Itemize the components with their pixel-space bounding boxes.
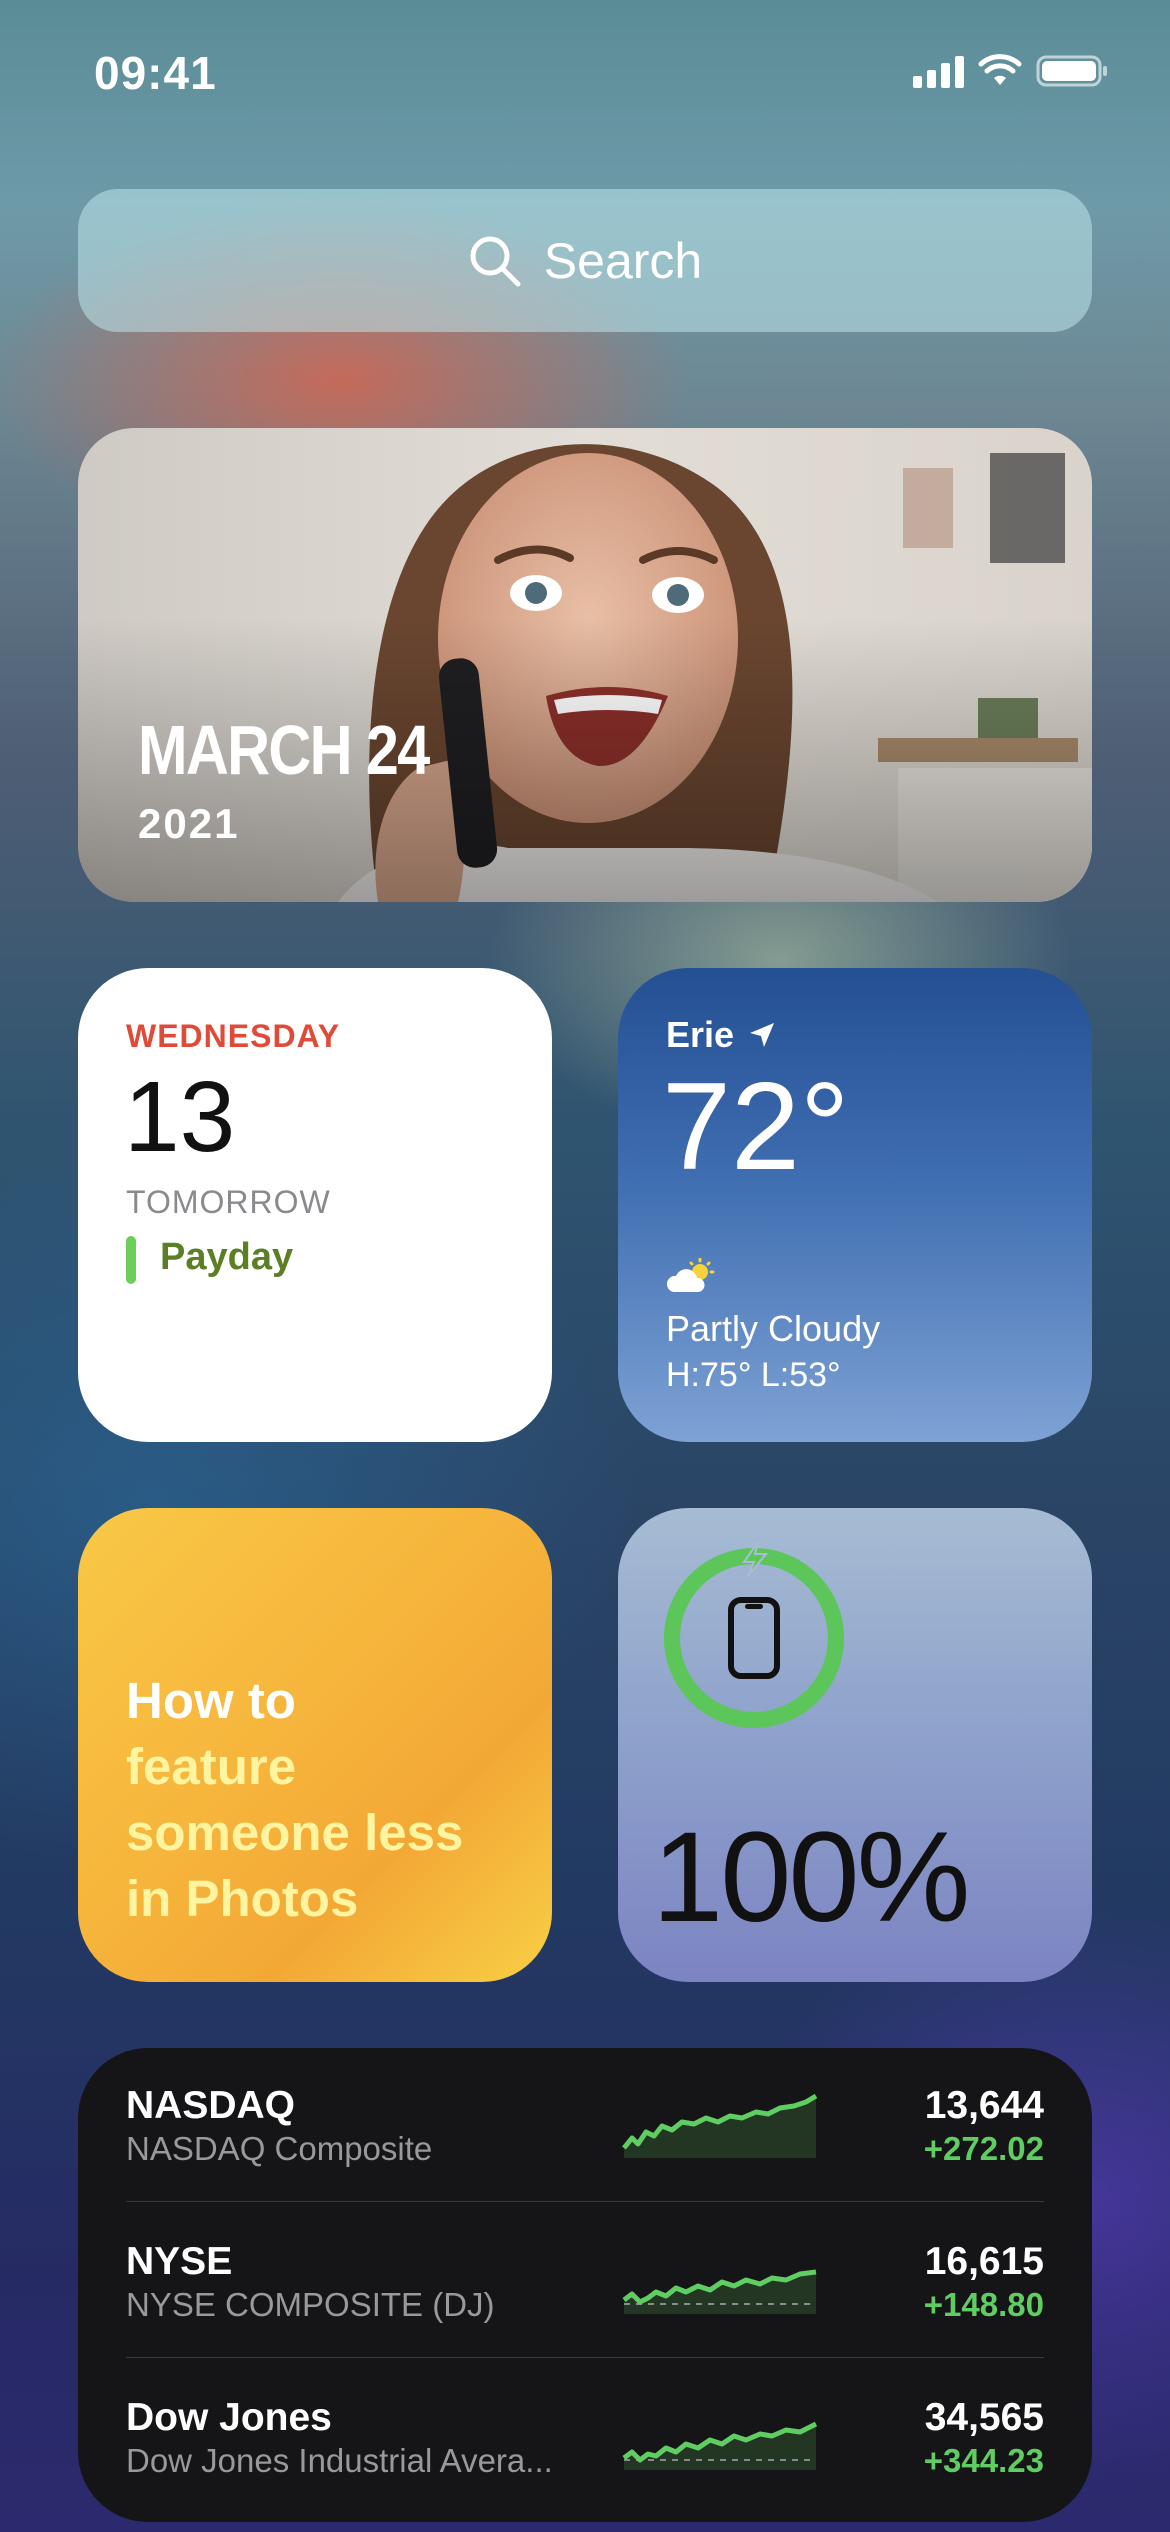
batteries-widget[interactable]: 100% <box>618 1508 1092 1982</box>
search-field[interactable]: Search <box>78 189 1092 332</box>
stock-row-nyse[interactable]: NYSE NYSE COMPOSITE (DJ) 16,615 +148.80 <box>78 2204 1092 2358</box>
wifi-icon <box>978 54 1022 85</box>
partly-cloudy-icon <box>666 1258 715 1292</box>
search-icon <box>470 236 521 286</box>
stock-symbol: NYSE <box>126 2240 233 2283</box>
charging-bolt-icon <box>742 1541 769 1577</box>
stock-price: 13,644 <box>924 2084 1044 2127</box>
stock-name: Dow Jones Industrial Avera... <box>126 2442 553 2479</box>
stock-name: NASDAQ Composite <box>126 2130 433 2167</box>
status-time: 09:41 <box>94 47 217 99</box>
tips-line1: How to <box>126 1672 296 1729</box>
stocks-widget[interactable]: NASDAQ NASDAQ Composite 13,644 +272.02 N… <box>78 2048 1092 2522</box>
tips-text: How to feature someone less in Photos <box>126 1668 522 1932</box>
battery-icon <box>1036 55 1107 87</box>
stock-change: +148.80 <box>923 2286 1044 2323</box>
weather-city: Erie <box>666 1014 735 1055</box>
calendar-weekday: WEDNESDAY <box>126 1018 341 1054</box>
status-icons <box>913 54 1108 88</box>
search-placeholder: Search <box>543 232 703 289</box>
weather-high-low: H:75° L:53° <box>666 1356 841 1394</box>
calendar-day-number: 13 <box>124 1061 236 1173</box>
photo-date: MARCH 24 <box>138 711 430 789</box>
location-arrow-icon <box>750 1023 775 1047</box>
photo-year: 2021 <box>138 800 240 847</box>
stock-change: +272.02 <box>923 2130 1044 2167</box>
calendar-event-title: Payday <box>160 1236 294 1278</box>
weather-widget[interactable]: Erie 72° Partly Cloudy H:75° L:53° <box>618 968 1092 1442</box>
stock-sparkline <box>622 2093 818 2158</box>
stock-symbol: Dow Jones <box>126 2396 332 2439</box>
calendar-section-label: TOMORROW <box>126 1184 331 1220</box>
battery-ring <box>664 1541 844 1728</box>
stock-price: 16,615 <box>924 2240 1044 2283</box>
battery-level-arc <box>664 1548 844 1728</box>
stock-row-dow-jones[interactable]: Dow Jones Dow Jones Industrial Avera... … <box>78 2360 1092 2514</box>
tips-highlight: feature someone less in Photos <box>126 1738 464 1927</box>
weather-location: Erie <box>666 1014 776 1056</box>
calendar-event-color-bar <box>126 1236 136 1284</box>
weather-condition: Partly Cloudy <box>666 1308 881 1349</box>
cellular-signal-icon <box>913 54 964 88</box>
status-bar: 09:41 <box>0 0 1170 150</box>
photos-widget[interactable]: MARCH 24 2021 <box>78 428 1092 902</box>
battery-percent: 100% <box>652 1806 970 1949</box>
stock-sparkline <box>622 2421 818 2470</box>
weather-temperature: 72° <box>662 1058 850 1196</box>
stock-price: 34,565 <box>924 2396 1044 2439</box>
stock-name: NYSE COMPOSITE (DJ) <box>126 2286 495 2323</box>
iphone-icon <box>728 1597 780 1679</box>
stock-row-nasdaq[interactable]: NASDAQ NASDAQ Composite 13,644 +272.02 <box>78 2048 1092 2202</box>
calendar-widget[interactable]: WEDNESDAY 13 TOMORROW Payday <box>78 968 552 1442</box>
stock-change: +344.23 <box>923 2442 1044 2479</box>
tips-widget[interactable]: How to feature someone less in Photos <box>78 1508 552 1982</box>
stock-symbol: NASDAQ <box>126 2084 296 2127</box>
stock-sparkline <box>622 2269 817 2314</box>
